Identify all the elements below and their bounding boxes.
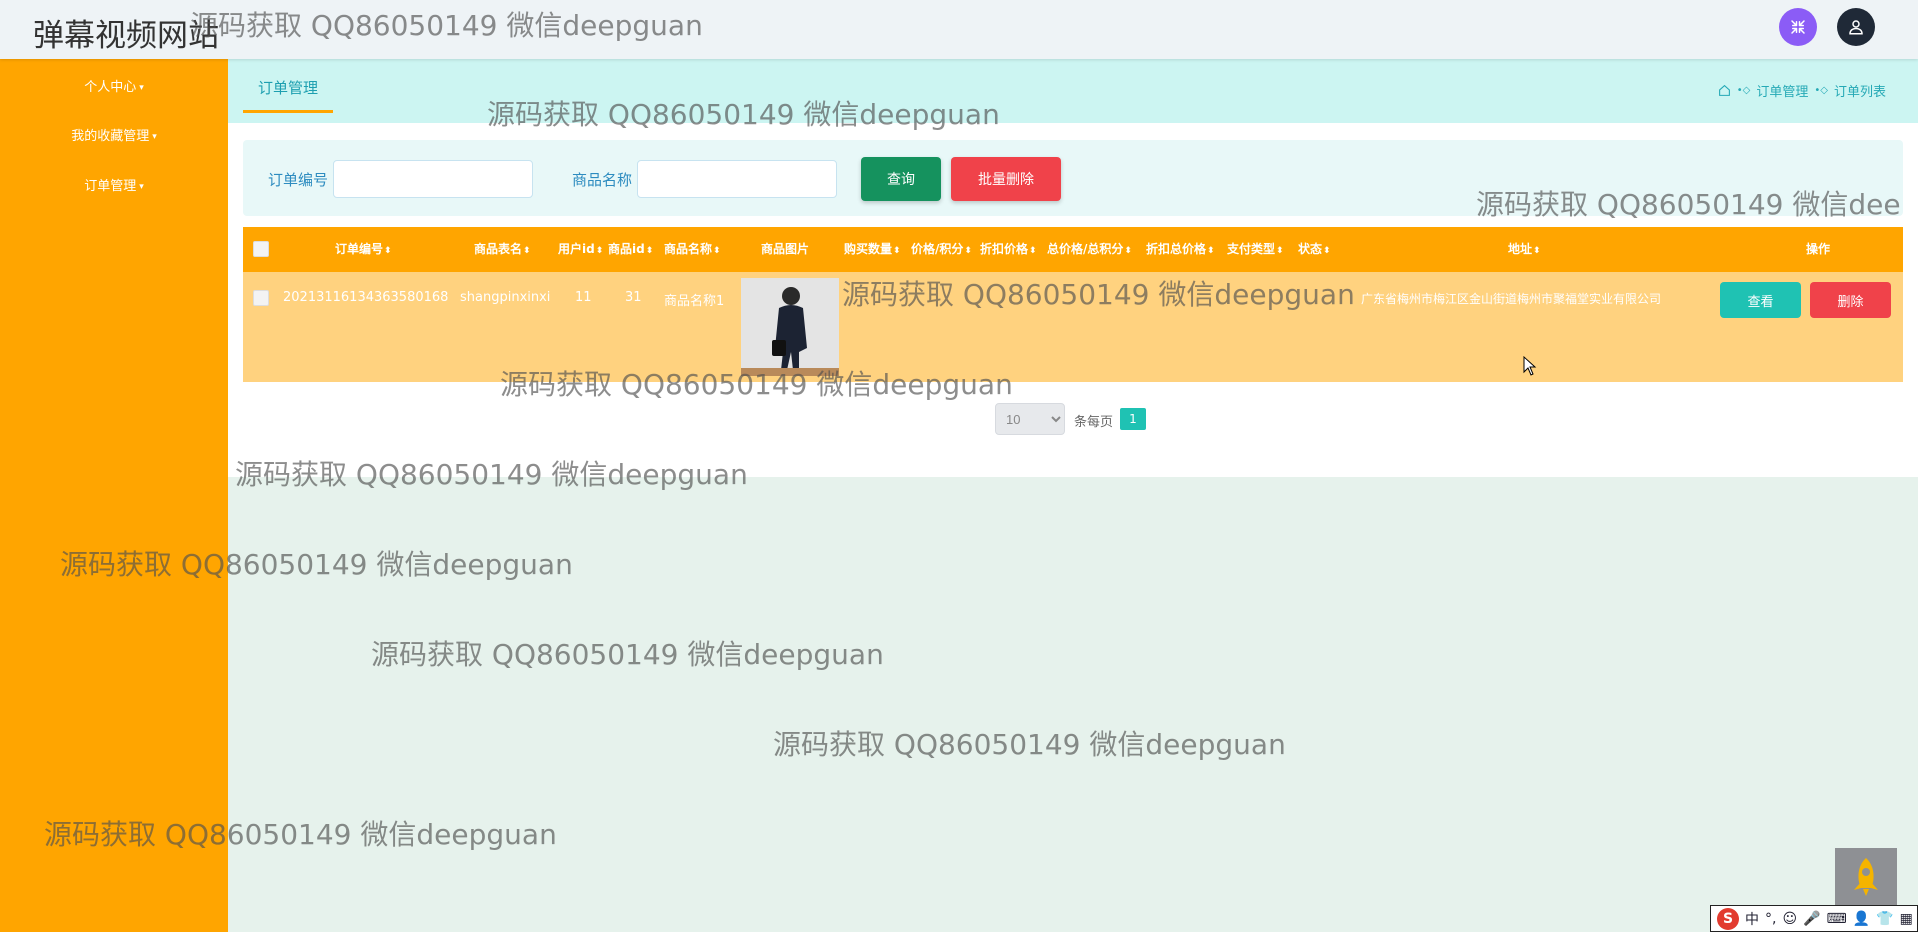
batch-delete-button[interactable]: 批量删除 [951,157,1061,201]
sogou-logo-icon[interactable]: S [1717,907,1739,930]
column-header[interactable]: 状态⬍ [1298,227,1331,272]
tab-order-management[interactable]: 订单管理 [243,77,334,113]
punctuation-icon[interactable]: °, [1765,911,1776,927]
breadcrumb: •◇ 订单管理 •◇ 订单列表 [1718,81,1886,100]
sort-icon: ⬍ [713,246,721,256]
watermark: 源码获取 QQ86050149 微信deepguan [371,638,884,671]
top-header: 弹幕视频网站 [0,0,1918,59]
fullscreen-button[interactable] [1779,8,1817,46]
table-row: 20213116134363580168 shangpinxinxi 11 31… [243,272,1903,382]
sort-icon: ⬍ [645,246,654,256]
column-header[interactable]: 地址⬍ [1508,227,1541,272]
column-header[interactable]: 商品名称⬍ [664,227,721,272]
tab-bar: 订单管理 •◇ 订单管理 •◇ 订单列表 [228,59,1918,123]
sort-icon: ⬍ [893,246,901,256]
column-header[interactable]: 订单编号⬍ [335,227,392,272]
breadcrumb-item[interactable]: 订单管理 [1756,81,1808,100]
sidebar-item-favorites[interactable]: 我的收藏管理 ▾ [0,125,228,144]
product-name-label: 商品名称 [572,171,633,189]
app-title: 弹幕视频网站 [33,18,219,54]
page-size-select[interactable]: 10 [995,403,1065,435]
query-button[interactable]: 查询 [861,157,941,201]
sidebar-item-label: 个人中心 [84,80,137,95]
caret-down-icon: ▾ [139,82,144,93]
column-header[interactable]: 购买数量⬍ [844,227,901,272]
sidebar-item-orders[interactable]: 订单管理 ▾ [0,175,228,194]
column-header[interactable]: 商品id⬍ [608,227,653,272]
order-no-input[interactable] [333,160,533,198]
column-header: 操作 [1806,242,1831,256]
column-header[interactable]: 商品表名⬍ [474,227,531,272]
sort-icon: ⬍ [1533,246,1541,256]
order-no-label: 订单编号 [268,171,329,189]
column-header[interactable]: 折扣价格⬍ [980,227,1037,272]
keyboard-icon[interactable]: ⌨ [1827,911,1847,927]
sort-icon: ⬍ [1276,246,1284,256]
breadcrumb-separator-icon: •◇ [1814,85,1828,96]
sidebar-item-label: 订单管理 [84,179,137,194]
user-icon[interactable]: 👤 [1853,911,1870,927]
mouse-cursor-icon [1523,356,1537,376]
select-all-checkbox[interactable] [253,241,269,257]
sort-icon: ⬍ [1124,246,1132,256]
table-header: 订单编号⬍ 商品表名⬍ 用户id⬍ 商品id⬍ 商品名称⬍ 商品图片 购买数量⬍… [243,227,1903,272]
column-header[interactable]: 支付类型⬍ [1227,227,1284,272]
column-header[interactable]: 价格/积分⬍ [911,227,972,272]
home-icon[interactable] [1718,84,1731,97]
product-name-input[interactable] [637,160,837,198]
ime-toolbar: S 中 °, ☺ 🎤 ⌨ 👤 👕 ▦ [1710,905,1918,932]
product-id-cell: 31 [625,290,642,305]
delete-button[interactable]: 删除 [1810,282,1891,318]
watermark: 源码获取 QQ86050149 微信deepguan [773,728,1286,761]
sort-icon: ⬍ [1207,246,1215,256]
sidebar-item-label: 我的收藏管理 [71,129,150,144]
product-name-cell: 商品名称1 [664,294,725,309]
column-header[interactable]: 总价格/总积分⬍ [1047,227,1132,272]
user-icon [1849,20,1863,35]
microphone-icon[interactable]: 🎤 [1803,911,1820,927]
sort-icon: ⬍ [964,246,972,256]
row-checkbox[interactable] [253,290,269,306]
sidebar-item-personal-center[interactable]: 个人中心 ▾ [0,76,228,95]
breadcrumb-separator-icon: •◇ [1736,85,1751,96]
sort-icon: ⬍ [523,246,531,256]
product-image [741,278,839,376]
user-id-cell: 11 [575,290,592,305]
address-cell: 广东省梅州市梅江区金山街道梅州市聚福堂实业有限公司 [1361,292,1662,306]
sort-icon: ⬍ [384,246,392,256]
skin-icon[interactable]: 👕 [1876,911,1893,927]
column-header: 商品图片 [761,242,810,256]
sidebar: 个人中心 ▾ 我的收藏管理 ▾ 订单管理 ▾ [0,59,228,932]
sort-icon: ⬍ [1323,246,1331,256]
table-name-cell: shangpinxinxi [460,290,551,305]
view-button[interactable]: 查看 [1720,282,1801,318]
order-no-cell: 20213116134363580168 [283,290,449,305]
grid-icon[interactable]: ▦ [1900,911,1913,927]
ime-mode[interactable]: 中 [1745,909,1759,929]
caret-down-icon: ▾ [152,131,157,142]
column-header[interactable]: 用户id⬍ [558,227,603,272]
caret-down-icon: ▾ [139,181,144,192]
user-menu-button[interactable] [1837,8,1875,46]
emoji-icon[interactable]: ☺ [1782,911,1797,927]
breadcrumb-item: 订单列表 [1833,85,1886,100]
back-to-top-button[interactable] [1835,848,1897,906]
rocket-icon [1854,858,1878,896]
shrink-arrows-icon [1791,20,1805,34]
sort-icon: ⬍ [1029,246,1037,256]
column-header[interactable]: 折扣总价格⬍ [1146,227,1215,272]
per-page-label: 条每页 [1074,415,1114,430]
sort-icon: ⬍ [595,246,604,256]
page-button-current[interactable]: 1 [1120,408,1146,430]
